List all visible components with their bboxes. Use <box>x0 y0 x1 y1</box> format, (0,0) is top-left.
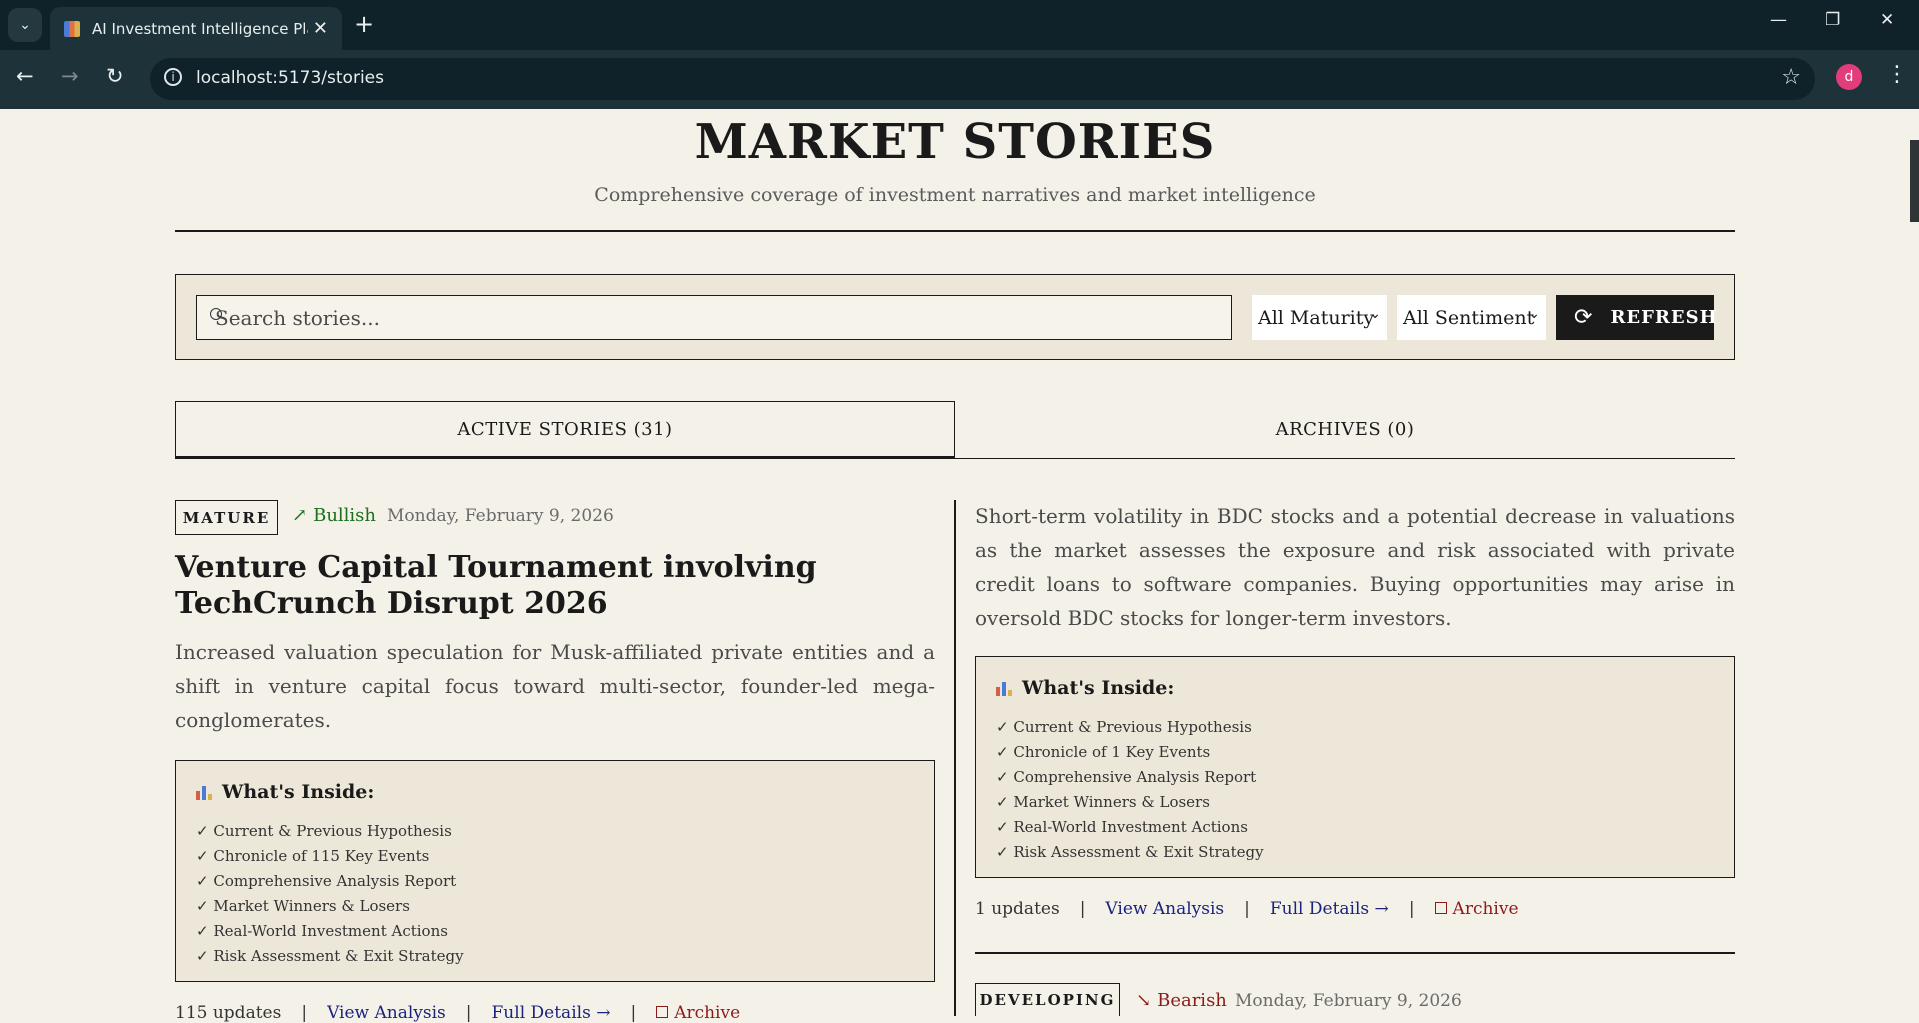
separator: | <box>1408 899 1415 919</box>
list-item: ✓ Risk Assessment & Exit Strategy <box>996 843 1264 861</box>
chevron-down-icon: ⌄ <box>1369 306 1381 322</box>
story-title[interactable]: Venture Capital Tournament involving Tec… <box>175 550 935 622</box>
close-window-icon[interactable]: ✕ <box>1880 10 1894 30</box>
whats-inside-title: What's Inside: <box>1022 677 1175 699</box>
site-info-icon[interactable]: i <box>164 68 182 86</box>
whats-inside-box: What's Inside: ✓ Current & Previous Hypo… <box>175 760 935 982</box>
view-analysis-link[interactable]: View Analysis <box>327 1003 446 1023</box>
sentiment-select-value: All Sentiment <box>1403 306 1535 329</box>
separator: | <box>1079 899 1086 919</box>
forward-icon[interactable]: → <box>61 64 79 88</box>
chevron-down-icon: ⌄ <box>1528 306 1540 322</box>
profile-avatar[interactable]: d <box>1836 64 1862 90</box>
trending-up-icon: ↗ <box>292 505 308 526</box>
search-input[interactable] <box>196 295 1232 340</box>
whats-inside-title: What's Inside: <box>222 781 375 803</box>
archive-icon <box>656 1006 669 1018</box>
tab-search-chevron-icon[interactable]: ⌄ <box>8 8 42 42</box>
separator: | <box>1244 899 1250 919</box>
browser-tab-bar: ⌄ AI Investment Intelligence Platform ✕ … <box>0 0 1919 50</box>
tab-active-stories[interactable]: ACTIVE STORIES (31) <box>175 401 955 459</box>
search-icon <box>210 308 222 320</box>
scrollbar-thumb[interactable] <box>1910 140 1919 222</box>
list-item: ✓ Market Winners & Losers <box>196 897 410 915</box>
sentiment-select[interactable]: All Sentiment ⌄ <box>1397 295 1546 340</box>
sentiment-indicator: ↘ Bearish <box>1136 990 1227 1011</box>
update-count: 115 updates <box>175 1003 282 1023</box>
story-footer: 1 updates | View Analysis | Full Details… <box>975 899 1519 919</box>
column-divider <box>954 500 956 1016</box>
restore-icon[interactable]: ❐ <box>1825 10 1840 30</box>
story-date: Monday, February 9, 2026 <box>1235 991 1462 1011</box>
address-bar[interactable]: i localhost:5173/stories ☆ <box>150 58 1815 100</box>
whats-inside-heading: What's Inside: <box>196 781 374 803</box>
list-item: ✓ Current & Previous Hypothesis <box>196 822 452 840</box>
whats-inside-list: ✓ Current & Previous Hypothesis ✓ Chroni… <box>996 715 1264 865</box>
story-divider <box>975 952 1735 954</box>
back-icon[interactable]: ← <box>16 64 34 88</box>
close-tab-icon[interactable]: ✕ <box>313 18 328 39</box>
separator: | <box>630 1003 637 1023</box>
full-details-link[interactable]: Full Details → <box>492 1003 611 1023</box>
filter-panel: All Maturity ⌄ All Sentiment ⌄ ⟳ REFRESH <box>175 274 1735 360</box>
url-text[interactable]: localhost:5173/stories <box>196 68 384 88</box>
whats-inside-box: What's Inside: ✓ Current & Previous Hypo… <box>975 656 1735 878</box>
archive-button[interactable]: Archive <box>1434 899 1519 919</box>
archive-label: Archive <box>674 1003 741 1023</box>
page-title: MARKET STORIES <box>694 114 1216 170</box>
story-summary: Increased valuation speculation for Musk… <box>175 640 935 732</box>
maturity-select[interactable]: All Maturity ⌄ <box>1252 295 1387 340</box>
reload-icon[interactable]: ↻ <box>106 64 124 88</box>
sentiment-label: Bullish <box>313 505 377 526</box>
archive-button[interactable]: Archive <box>656 1003 740 1023</box>
header-divider <box>175 230 1735 232</box>
list-item: ✓ Risk Assessment & Exit Strategy <box>196 947 464 965</box>
list-item: ✓ Chronicle of 1 Key Events <box>996 743 1211 761</box>
trending-down-icon: ↘ <box>1136 990 1152 1011</box>
list-item: ✓ Comprehensive Analysis Report <box>996 768 1257 786</box>
sentiment-label: Bearish <box>1157 990 1227 1011</box>
story-footer: 115 updates | View Analysis | Full Detai… <box>175 1003 740 1023</box>
update-count: 1 updates <box>975 899 1060 919</box>
story-summary: Short-term volatility in BDC stocks and … <box>975 504 1735 630</box>
maturity-badge: DEVELOPING <box>975 983 1120 1016</box>
bar-chart-icon <box>196 784 212 800</box>
whats-inside-heading: What's Inside: <box>996 677 1174 699</box>
separator: | <box>465 1003 472 1023</box>
bar-chart-icon <box>996 680 1012 696</box>
tab-title: AI Investment Intelligence Platform <box>92 19 308 38</box>
list-item: ✓ Current & Previous Hypothesis <box>996 718 1252 736</box>
maturity-select-value: All Maturity <box>1258 306 1375 329</box>
refresh-icon: ⟳ <box>1574 305 1593 330</box>
bookmark-star-icon[interactable]: ☆ <box>1781 65 1801 90</box>
browser-tab[interactable]: AI Investment Intelligence Platform ✕ <box>50 7 342 50</box>
story-date: Monday, February 9, 2026 <box>387 506 614 526</box>
list-item: ✓ Chronicle of 115 Key Events <box>196 847 430 865</box>
refresh-label: REFRESH <box>1610 307 1718 328</box>
sentiment-indicator: ↗ Bullish <box>292 505 376 526</box>
list-item: ✓ Market Winners & Losers <box>996 793 1210 811</box>
view-analysis-link[interactable]: View Analysis <box>1105 899 1224 919</box>
whats-inside-list: ✓ Current & Previous Hypothesis ✓ Chroni… <box>196 819 464 969</box>
list-item: ✓ Real-World Investment Actions <box>996 818 1248 836</box>
list-item: ✓ Real-World Investment Actions <box>196 922 448 940</box>
archive-label: Archive <box>1452 899 1519 919</box>
minimize-icon[interactable]: — <box>1770 10 1787 30</box>
full-details-link[interactable]: Full Details → <box>1270 899 1389 919</box>
refresh-button[interactable]: ⟳ REFRESH <box>1556 295 1718 340</box>
browser-toolbar: ← → ↻ i localhost:5173/stories ☆ d ⋮ <box>0 50 1919 109</box>
new-tab-icon[interactable]: + <box>354 12 374 36</box>
tab-archives[interactable]: ARCHIVES (0) <box>955 401 1735 459</box>
archive-icon <box>1434 902 1447 914</box>
maturity-badge: MATURE <box>175 500 278 535</box>
separator: | <box>301 1003 308 1023</box>
favicon-icon <box>64 20 80 37</box>
list-item: ✓ Comprehensive Analysis Report <box>196 872 457 890</box>
browser-menu-icon[interactable]: ⋮ <box>1886 62 1908 87</box>
page-subtitle: Comprehensive coverage of investment nar… <box>594 184 1316 206</box>
